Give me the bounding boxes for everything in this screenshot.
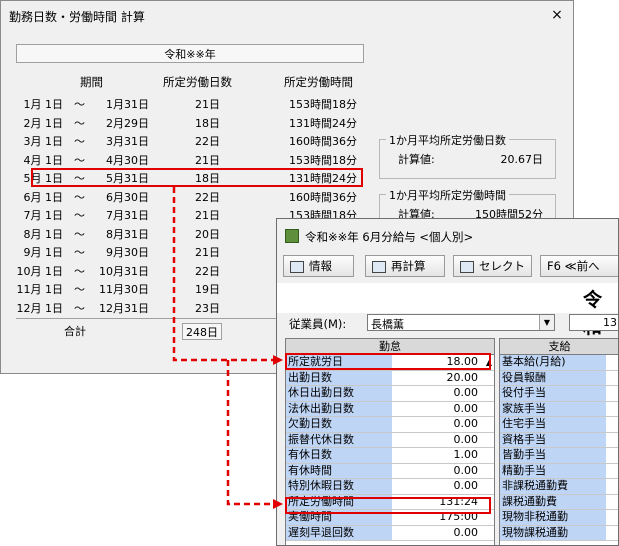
arrowhead-days <box>273 355 283 365</box>
connector-arrows <box>172 187 283 509</box>
arrow-to-hours <box>226 360 274 506</box>
arrowhead-hours <box>273 499 283 509</box>
arrow-to-days <box>172 187 274 362</box>
